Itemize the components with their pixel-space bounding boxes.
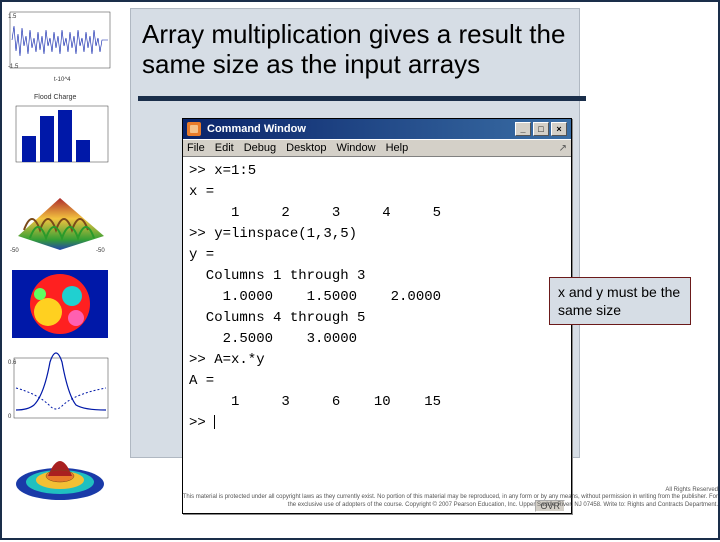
svg-text:-1.5: -1.5	[8, 64, 19, 70]
cmd-line: 1 2 3 4 5	[189, 205, 441, 221]
matlab-command-window: Command Window _ □ × File Edit Debug Des…	[182, 118, 572, 514]
dock-icon[interactable]: ↗	[559, 143, 567, 154]
cmd-line: y =	[189, 247, 214, 263]
svg-text:-50: -50	[10, 248, 19, 254]
thumb-sombrero-plot	[4, 436, 116, 508]
maximize-button[interactable]: □	[533, 122, 549, 136]
svg-text:0: 0	[8, 414, 12, 420]
window-titlebar[interactable]: Command Window _ □ ×	[183, 119, 571, 139]
callout-note: x and y must be the same size	[549, 277, 691, 325]
menu-window[interactable]: Window	[336, 142, 375, 154]
window-title: Command Window	[207, 123, 306, 135]
close-button[interactable]: ×	[551, 122, 567, 136]
svg-text:1.5: 1.5	[8, 14, 17, 20]
cmd-line: 1.0000 1.5000 2.0000	[189, 289, 441, 305]
menu-edit[interactable]: Edit	[215, 142, 234, 154]
menu-file[interactable]: File	[187, 142, 205, 154]
svg-text:0.6: 0.6	[8, 360, 17, 366]
left-thumbnail-column: 1.5 -1.5 t-10^4 Flood Charge	[2, 2, 122, 542]
thumb-fractal-image	[4, 264, 116, 344]
thumb-signal-plot: 1.5 -1.5 t-10^4	[4, 6, 116, 86]
cmd-line: Columns 4 through 5	[189, 310, 365, 326]
slide-frame: 1.5 -1.5 t-10^4 Flood Charge	[0, 0, 720, 540]
menu-desktop[interactable]: Desktop	[286, 142, 326, 154]
thumb-line-plot: 0.6 0	[4, 350, 116, 430]
footer-line: This material is protected under all cop…	[178, 494, 718, 510]
copyright-footer: All Rights Reserved This material is pro…	[178, 487, 718, 510]
svg-text:t-10^4: t-10^4	[54, 77, 71, 83]
svg-text:-50: -50	[96, 248, 105, 254]
thumb-bar-chart: Flood Charge	[4, 92, 116, 172]
slide-title: Array multiplication gives a result the …	[142, 20, 582, 80]
command-window-body[interactable]: >> x=1:5 x = 1 2 3 4 5 >> y=linspace(1,3…	[183, 157, 571, 513]
cmd-line: >> A=x.*y	[189, 352, 265, 368]
menu-debug[interactable]: Debug	[244, 142, 276, 154]
cmd-line: 2.5000 3.0000	[189, 331, 357, 347]
cmd-line: Columns 1 through 3	[189, 268, 365, 284]
cmd-line: 1 3 6 10 15	[189, 394, 441, 410]
footer-line: All Rights Reserved	[178, 487, 718, 495]
text-cursor	[214, 415, 215, 429]
thumb-surface-plot: -50 -50	[4, 178, 116, 258]
cmd-line: A =	[189, 373, 214, 389]
cmd-line: x =	[189, 184, 214, 200]
cmd-line: >> x=1:5	[189, 163, 256, 179]
cmd-line: >> y=linspace(1,3,5)	[189, 226, 357, 242]
matlab-icon	[187, 122, 201, 136]
minimize-button[interactable]: _	[515, 122, 531, 136]
title-underline	[138, 96, 586, 101]
cmd-line: >>	[189, 415, 214, 431]
thumb-bar-title: Flood Charge	[34, 94, 76, 101]
menu-help[interactable]: Help	[386, 142, 409, 154]
window-menubar: File Edit Debug Desktop Window Help ↗	[183, 139, 571, 157]
